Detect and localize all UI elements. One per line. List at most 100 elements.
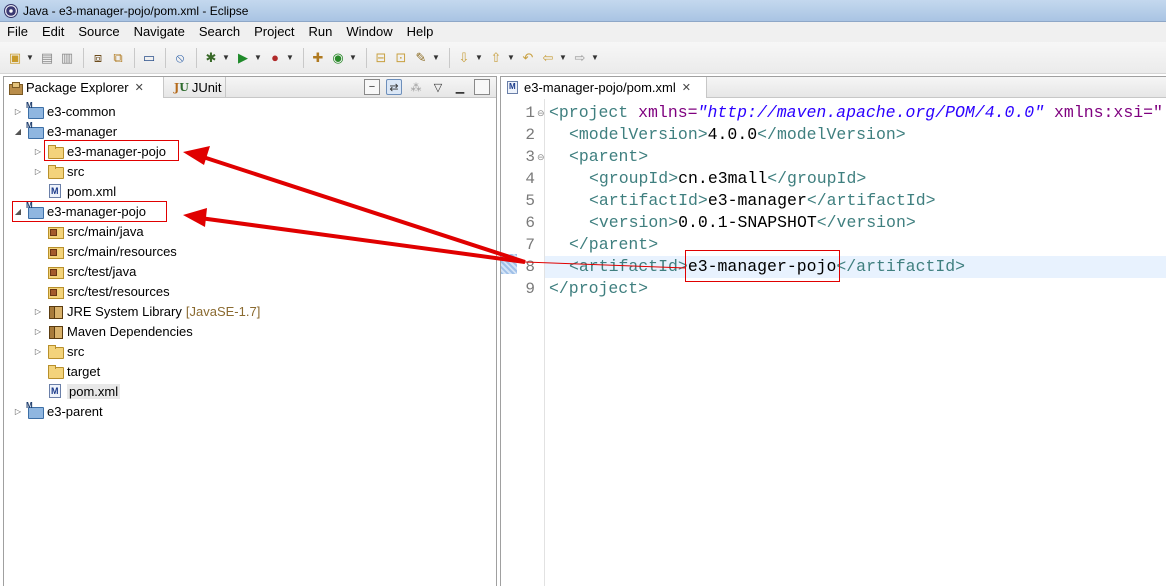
expand-icon[interactable]: ▷ — [32, 307, 44, 316]
new-icon[interactable]: ▣ — [6, 49, 24, 67]
run-icon[interactable]: ▶ — [234, 49, 252, 67]
tree-item-e3-common[interactable]: ▷ e3-common — [12, 101, 116, 121]
open-type-icon[interactable]: ⧉ — [109, 49, 127, 67]
line-number: 9 — [525, 280, 535, 298]
line-number: 4 — [525, 170, 535, 188]
maven-xml-icon — [49, 384, 61, 398]
new-java-package-icon[interactable]: ✚ — [309, 49, 327, 67]
tree-item-jre-system-library[interactable]: ▷ JRE System Library [JavaSE-1.7] — [32, 301, 260, 321]
window-title: Java - e3-manager-pojo/pom.xml - Eclipse — [23, 3, 249, 18]
save-all-icon[interactable]: ▥ — [58, 49, 76, 67]
expand-icon[interactable]: ▷ — [32, 347, 44, 356]
skip-breakpoints-icon[interactable]: ⦸ — [171, 49, 189, 67]
toolbar-separator — [196, 47, 197, 68]
minimize-icon[interactable]: ▁ — [452, 79, 468, 95]
back-dropdown-icon[interactable]: ▼ — [559, 49, 567, 67]
collapse-all-icon[interactable]: − — [364, 79, 380, 95]
view-menu-icon[interactable]: ▽ — [430, 79, 446, 95]
tree-item-src-main-java[interactable]: src/main/java — [32, 221, 144, 241]
focus-icon[interactable]: ⁂ — [408, 79, 424, 95]
run-dropdown-icon[interactable]: ▼ — [254, 49, 262, 67]
tree-item-src-folder[interactable]: ▷ src — [32, 341, 84, 361]
open-task-icon[interactable]: ⊡ — [392, 49, 410, 67]
tree-item-label: e3-parent — [47, 403, 103, 419]
source-folder-icon — [47, 224, 64, 239]
expand-icon[interactable]: ▷ — [12, 107, 24, 116]
package-explorer-icon — [8, 81, 23, 95]
search-dropdown-icon[interactable]: ▼ — [432, 49, 440, 67]
menu-project[interactable]: Project — [247, 22, 301, 42]
tree-item-pom-xml[interactable]: pom.xml — [32, 181, 116, 201]
tree-item-label: src/main/resources — [67, 243, 177, 259]
console-icon[interactable]: ▭ — [140, 49, 158, 67]
new-java-class-icon[interactable]: ◉ — [329, 49, 347, 67]
tree-item-src-test-resources[interactable]: src/test/resources — [32, 281, 170, 301]
previous-annotation-dropdown-icon[interactable]: ▼ — [507, 49, 515, 67]
library-icon — [47, 324, 63, 339]
code-editor[interactable]: <project xmlns="http://maven.apache.org/… — [545, 99, 1166, 586]
menu-file[interactable]: File — [0, 22, 35, 42]
menu-window[interactable]: Window — [339, 22, 399, 42]
close-icon[interactable]: ✕ — [682, 81, 691, 94]
external-tools-dropdown-icon[interactable]: ▼ — [286, 49, 294, 67]
annotation-box-module-folder — [44, 140, 179, 161]
next-annotation-icon[interactable]: ⇩ — [455, 49, 473, 67]
tree-item-src-test-java[interactable]: src/test/java — [32, 261, 136, 281]
previous-annotation-icon[interactable]: ⇧ — [487, 49, 505, 67]
menu-edit[interactable]: Edit — [35, 22, 71, 42]
tree-item-e3-manager[interactable]: ◢ e3-manager — [12, 121, 117, 141]
maximize-icon[interactable] — [474, 79, 490, 95]
debug-icon[interactable]: ✱ — [202, 49, 220, 67]
menu-run[interactable]: Run — [302, 22, 340, 42]
tree-item-src[interactable]: ▷ src — [32, 161, 84, 181]
next-annotation-dropdown-icon[interactable]: ▼ — [475, 49, 483, 67]
editor-tab-pom[interactable]: e3-manager-pojo/pom.xml ✕ — [501, 77, 707, 98]
menu-navigate[interactable]: Navigate — [127, 22, 192, 42]
expand-icon[interactable]: ▷ — [12, 407, 24, 416]
tree-item-target[interactable]: target — [32, 361, 100, 381]
back-icon[interactable]: ⇦ — [539, 49, 557, 67]
tree-item-label: e3-common — [47, 103, 116, 119]
tree-item-e3-parent[interactable]: ▷ e3-parent — [12, 401, 103, 421]
debug-dropdown-icon[interactable]: ▼ — [222, 49, 230, 67]
code-line-5: <artifactId>e3-manager</artifactId> — [589, 191, 936, 210]
expand-icon[interactable]: ▷ — [32, 327, 44, 336]
expand-icon[interactable]: ▷ — [32, 167, 44, 176]
toolbar-separator — [165, 47, 166, 68]
collapse-icon[interactable]: ◢ — [12, 127, 24, 136]
annotation-box-artifact-id — [685, 250, 840, 282]
search-icon[interactable]: ✎ — [412, 49, 430, 67]
maven-project-icon — [26, 121, 44, 139]
tree-item-pom-xml-selected[interactable]: pom.xml — [32, 381, 121, 401]
tree-item-src-main-resources[interactable]: src/main/resources — [32, 241, 177, 261]
forward-dropdown-icon[interactable]: ▼ — [591, 49, 599, 67]
expand-icon[interactable]: ▷ — [32, 147, 44, 156]
tab-junit[interactable]: JU JUnit — [170, 77, 226, 98]
tab-package-explorer[interactable]: Package Explorer ✕ — [4, 77, 164, 98]
folder-icon — [47, 164, 64, 179]
close-icon[interactable]: ✕ — [135, 81, 144, 94]
new-dropdown-icon[interactable]: ▼ — [26, 49, 34, 67]
source-folder-icon — [47, 264, 64, 279]
forward-icon[interactable]: ⇨ — [571, 49, 589, 67]
source-folder-icon — [47, 244, 64, 259]
maven-project-icon — [26, 101, 44, 119]
build-icon[interactable]: ⧈ — [89, 49, 107, 67]
menu-source[interactable]: Source — [71, 22, 126, 42]
folder-icon — [47, 344, 64, 359]
line-number: 1 — [525, 104, 535, 122]
save-icon[interactable]: ▤ — [38, 49, 56, 67]
menu-search[interactable]: Search — [192, 22, 247, 42]
tree-item-maven-dependencies[interactable]: ▷ Maven Dependencies — [32, 321, 193, 341]
menu-help[interactable]: Help — [400, 22, 441, 42]
view-toolbar: − ⇄ ⁂ ▽ ▁ — [364, 79, 490, 95]
folder-icon — [47, 364, 64, 379]
code-line-2: <modelVersion>4.0.0</modelVersion> — [569, 125, 906, 144]
link-with-editor-icon[interactable]: ⇄ — [386, 79, 402, 95]
new-class-dropdown-icon[interactable]: ▼ — [349, 49, 357, 67]
last-edit-location-icon[interactable]: ↶ — [519, 49, 537, 67]
title-bar: Java - e3-manager-pojo/pom.xml - Eclipse — [0, 0, 1166, 22]
open-folder-icon[interactable]: ⊟ — [372, 49, 390, 67]
tree-item-label: src/test/resources — [67, 283, 170, 299]
external-tools-icon[interactable]: ● — [266, 49, 284, 67]
